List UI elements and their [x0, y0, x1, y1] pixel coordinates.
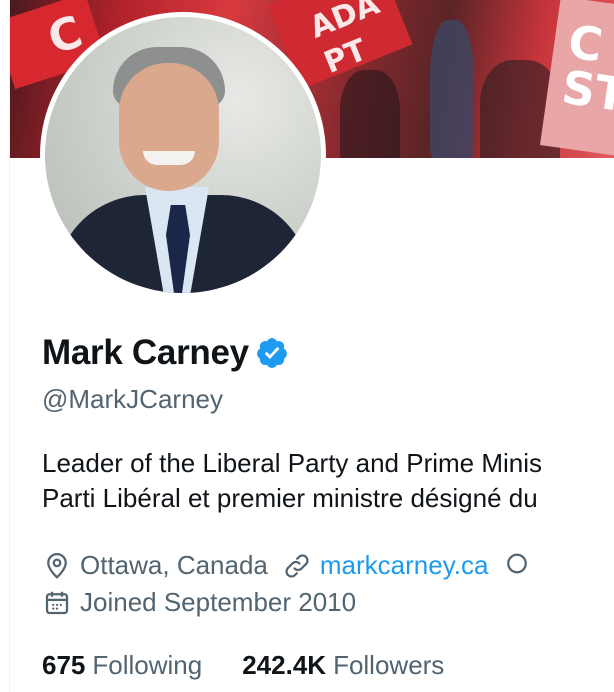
avatar[interactable]	[45, 17, 321, 293]
following-count: 675	[42, 650, 86, 680]
profile-handle: @MarkJCarney	[42, 384, 223, 414]
avatar-smile	[143, 151, 195, 165]
followers-link[interactable]: 242.4K Followers	[242, 650, 444, 681]
joined-text: Joined September 2010	[80, 587, 357, 617]
location-pin-icon	[47, 552, 67, 579]
profile-stats: 675 Following 242.4K Followers	[42, 650, 484, 681]
website-link[interactable]: markcarney.ca	[320, 550, 489, 581]
banner-crowd-figure	[430, 20, 474, 158]
profile-meta-row: Joined September 2010	[42, 587, 370, 618]
avatar-frame[interactable]	[40, 12, 326, 298]
website-item[interactable]: markcarney.ca	[282, 550, 489, 581]
joined-item: Joined September 2010	[42, 587, 356, 618]
location-text: Ottawa, Canada	[80, 550, 268, 580]
bio-line: Parti Libéral et premier ministre désign…	[42, 483, 538, 513]
avatar-face	[119, 63, 219, 191]
banner-sign: C ST	[539, 0, 614, 158]
verified-badge-icon[interactable]	[255, 336, 289, 370]
following-link[interactable]: 675 Following	[42, 650, 202, 681]
profile-meta-row: Ottawa, Canada markcarney.ca	[42, 550, 614, 581]
followers-count: 242.4K	[242, 650, 327, 680]
calendar-icon	[45, 591, 69, 614]
followers-label: Followers	[333, 650, 445, 680]
banner-crowd-figure	[340, 70, 400, 158]
bio-line: Leader of the Liberal Party and Prime Mi…	[42, 448, 543, 478]
profile-name-row: Mark Carney	[42, 330, 289, 376]
link-icon	[285, 553, 309, 578]
profile-name: Mark Carney	[42, 333, 249, 372]
balloon-icon	[507, 553, 528, 573]
following-label: Following	[92, 650, 203, 680]
left-column-border	[0, 0, 10, 692]
profile-bio: Leader of the Liberal Party and Prime Mi…	[42, 446, 614, 516]
location-item: Ottawa, Canada	[42, 550, 268, 581]
